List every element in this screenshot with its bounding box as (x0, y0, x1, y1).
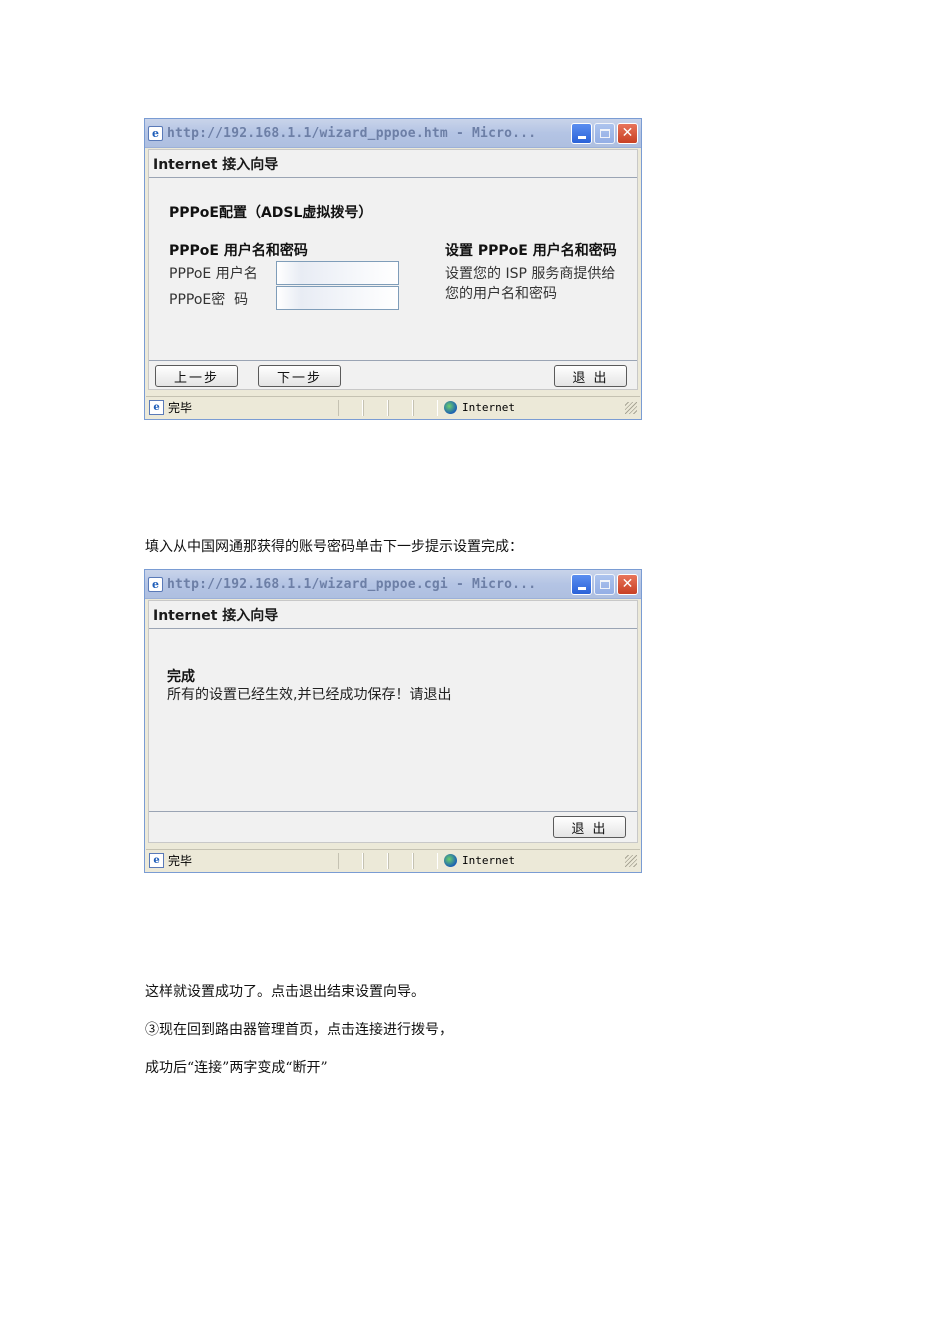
done-title: 完成 (167, 669, 195, 685)
paragraph-3: 成功后“连接”两字变成“断开” (145, 1060, 328, 1076)
wizard-header: Internet 接入向导 (149, 150, 637, 178)
help-line-2: 您的用户名和密码 (445, 286, 557, 302)
globe-icon (444, 854, 457, 867)
status-segment (338, 399, 363, 416)
window-title: http://192.168.1.1/wizard_pppoe.htm - Mi… (167, 125, 537, 141)
ie-page-icon: e (148, 576, 163, 592)
button-bar: 上一步 下一步 退 出 (149, 360, 637, 392)
button-bar: 退 出 (149, 811, 637, 843)
prev-button[interactable]: 上一步 (155, 365, 238, 387)
window-title: http://192.168.1.1/wizard_pppoe.cgi - Mi… (167, 576, 537, 592)
pppoe-complete-window: e http://192.168.1.1/wizard_pppoe.cgi - … (144, 569, 642, 873)
username-label: PPPoE 用户名 (169, 266, 258, 282)
ie-page-icon: e (149, 400, 164, 415)
status-segment (388, 399, 413, 416)
caption-1: 填入从中国网通那获得的账号密码单击下一步提示设置完成： (145, 539, 523, 555)
password-input[interactable] (276, 286, 399, 310)
maximize-button[interactable] (594, 573, 615, 595)
next-button[interactable]: 下一步 (258, 365, 341, 387)
help-title: 设置 PPPoE 用户名和密码 (445, 243, 617, 259)
exit-button[interactable]: 退 出 (553, 816, 626, 838)
wizard-content: Internet 接入向导 PPPoE配置（ADSL虚拟拨号） PPPoE 用户… (148, 149, 638, 390)
status-segment (363, 399, 388, 416)
resize-grip-icon[interactable] (625, 401, 637, 414)
title-bar: e http://192.168.1.1/wizard_pppoe.cgi - … (145, 570, 641, 599)
done-message: 所有的设置已经生效,并已经成功保存！请退出 (167, 687, 452, 703)
form-title: PPPoE 用户名和密码 (169, 243, 308, 259)
close-button[interactable]: ✕ (617, 573, 638, 595)
paragraph-1: 这样就设置成功了。点击退出结束设置向导。 (145, 984, 425, 1000)
section-title: PPPoE配置（ADSL虚拟拨号） (169, 205, 373, 221)
status-text: 完毕 (168, 401, 193, 415)
status-text: 完毕 (168, 854, 193, 868)
security-zone: Internet (462, 401, 515, 414)
wizard-header: Internet 接入向导 (149, 601, 637, 629)
title-bar: e http://192.168.1.1/wizard_pppoe.htm - … (145, 119, 641, 148)
resize-grip-icon[interactable] (625, 854, 637, 867)
status-segment (413, 852, 438, 869)
password-label: PPPoE密 码 (169, 292, 249, 308)
status-segment (413, 399, 438, 416)
wizard-content: Internet 接入向导 完成 所有的设置已经生效,并已经成功保存！请退出 退… (148, 600, 638, 843)
pppoe-config-window: e http://192.168.1.1/wizard_pppoe.htm - … (144, 118, 642, 420)
paragraph-2: ③现在回到路由器管理首页，点击连接进行拨号， (145, 1022, 453, 1038)
status-segment (388, 852, 413, 869)
help-line-1: 设置您的 ISP 服务商提供给 (445, 266, 616, 282)
security-zone: Internet (462, 854, 515, 867)
close-button[interactable]: ✕ (617, 122, 638, 144)
ie-page-icon: e (149, 853, 164, 868)
status-segment (363, 852, 388, 869)
maximize-button[interactable] (594, 122, 615, 144)
globe-icon (444, 401, 457, 414)
minimize-button[interactable] (571, 122, 592, 144)
status-bar: e 完毕 Internet (146, 396, 640, 418)
status-bar: e 完毕 Internet (146, 849, 640, 871)
exit-button[interactable]: 退 出 (554, 365, 627, 387)
ie-page-icon: e (148, 125, 163, 141)
username-input[interactable] (276, 261, 399, 285)
status-segment (338, 852, 363, 869)
minimize-button[interactable] (571, 573, 592, 595)
